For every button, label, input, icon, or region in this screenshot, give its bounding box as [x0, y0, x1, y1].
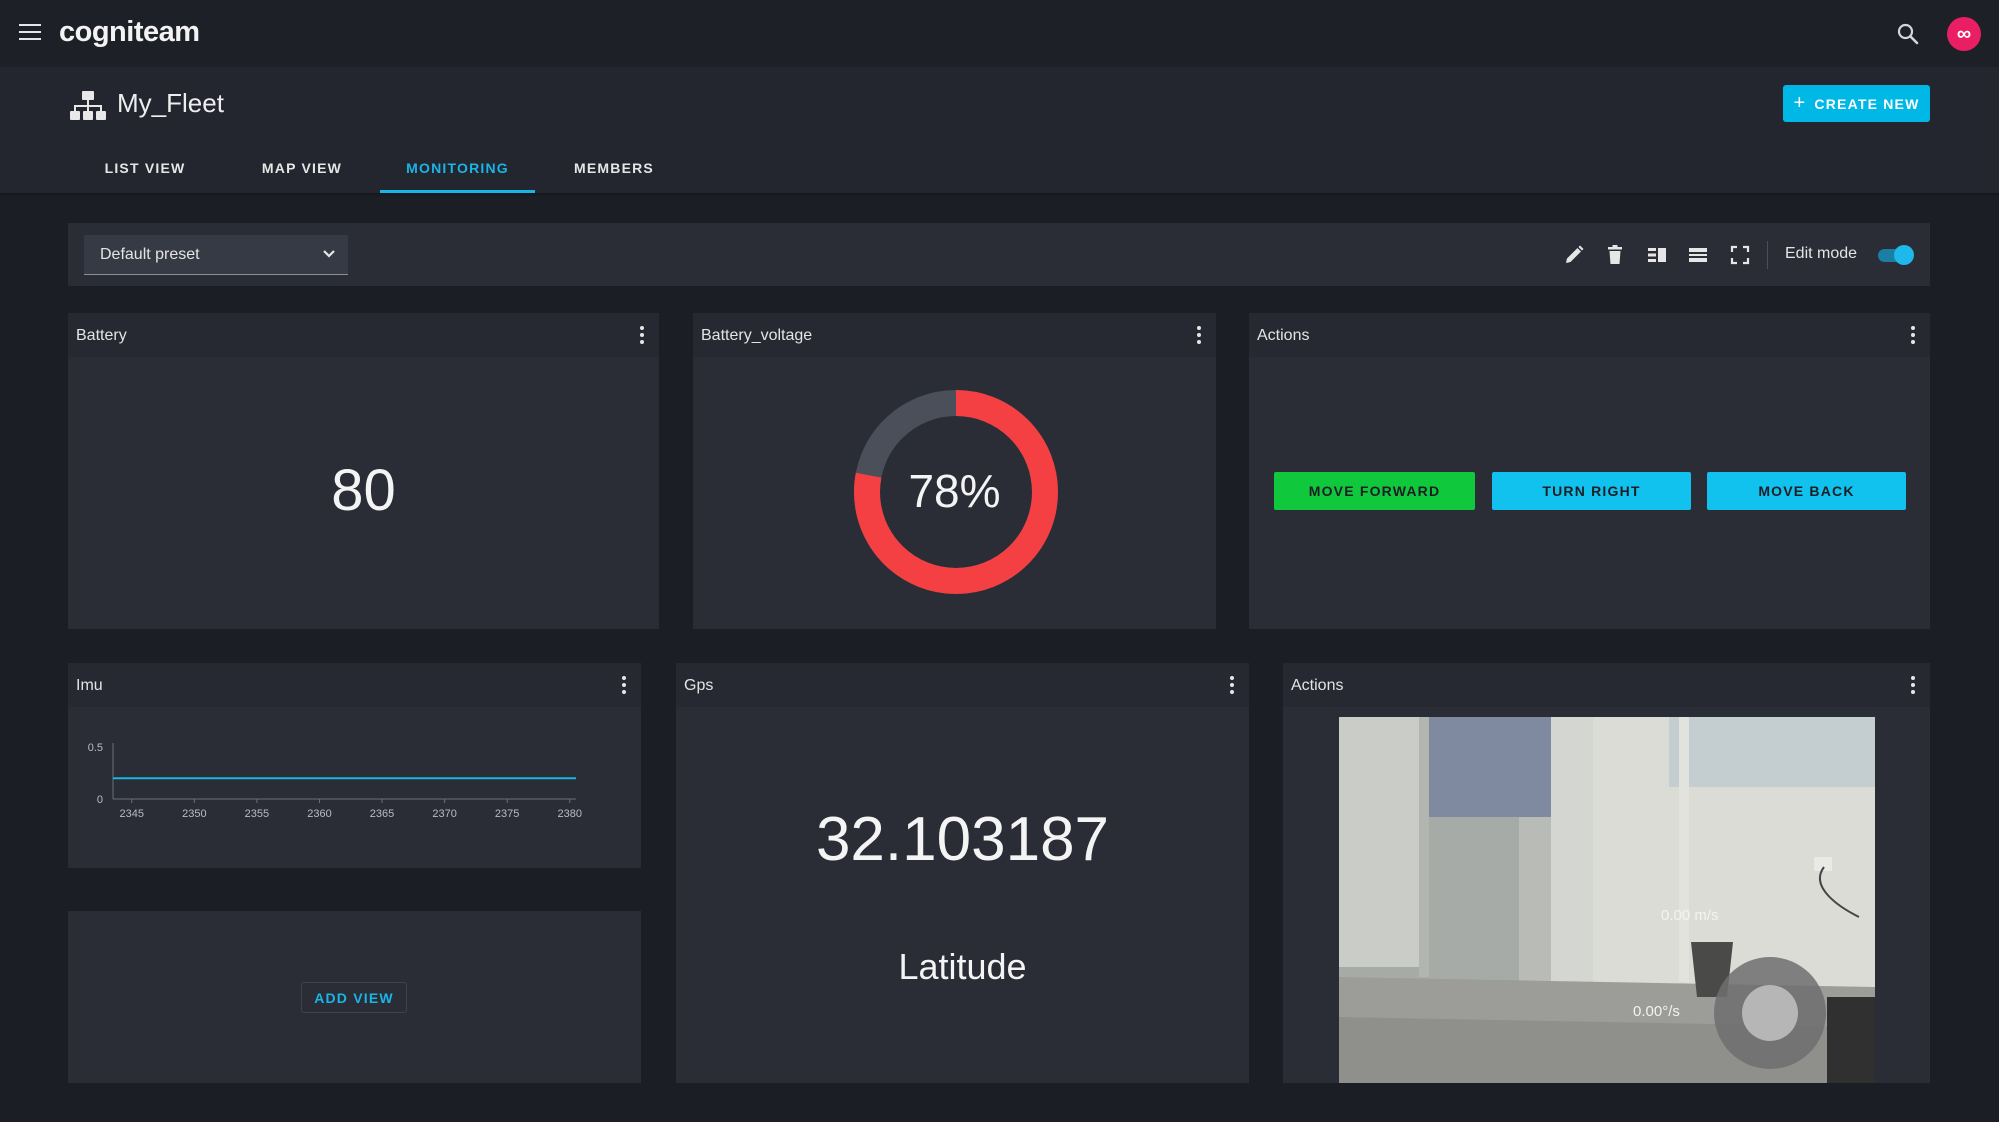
turn-right-button[interactable]: TURN RIGHT: [1492, 472, 1691, 510]
preset-value: Default preset: [100, 246, 200, 263]
pencil-icon[interactable]: [1563, 244, 1585, 266]
more-vert-icon[interactable]: [621, 676, 627, 696]
tab-map-view[interactable]: MAP VIEW: [254, 155, 350, 198]
widget-title: Battery: [76, 327, 127, 344]
x-tick-label: 2365: [370, 808, 394, 820]
imu-widget: Imu 0 0.5 2345 2350 2355 2360 2365 2370 2375 2380: [68, 663, 641, 868]
gps-widget: Gps 32.103187 Latitude: [676, 663, 1249, 1083]
more-vert-icon[interactable]: [1910, 326, 1916, 346]
gps-caption: Latitude: [898, 946, 1027, 987]
x-tick-label: 2345: [120, 808, 144, 820]
camera-feed: 0.00 m/s 0.00°/s: [1339, 717, 1875, 1083]
widget-title: Gps: [684, 677, 714, 694]
battery-widget: Battery 80: [68, 313, 659, 629]
y-tick-label: 0: [97, 794, 103, 806]
top-bar: [0, 0, 1999, 67]
header-divider: [0, 193, 1999, 197]
chevron-down-icon: [323, 250, 335, 258]
widget-header: Imu: [68, 663, 641, 707]
toggle-knob: [1894, 245, 1914, 265]
edit-mode-toggle[interactable]: [1878, 245, 1914, 265]
create-new-label: CREATE NEW: [1814, 95, 1920, 112]
gps-value: 32.103187: [815, 805, 1110, 874]
widget-header: Battery: [68, 313, 659, 357]
columns-icon[interactable]: [1646, 244, 1668, 266]
fullscreen-icon[interactable]: [1729, 244, 1751, 266]
linear-speed-readout: 0.00 m/s: [1661, 907, 1719, 924]
move-back-button[interactable]: MOVE BACK: [1707, 472, 1906, 510]
actions-widget: Actions: [1249, 313, 1930, 629]
battery-value: 80: [331, 458, 396, 523]
widget-header: Battery_voltage: [693, 313, 1216, 357]
edit-mode-label: Edit mode: [1785, 245, 1858, 262]
x-tick-label: 2380: [558, 808, 582, 820]
plus-icon: +: [1793, 92, 1807, 114]
tab-members[interactable]: MEMBERS: [566, 155, 662, 198]
fleet-hierarchy-icon: [70, 91, 106, 120]
joystick-base[interactable]: [1714, 957, 1826, 1069]
tab-monitoring[interactable]: MONITORING: [380, 155, 535, 193]
preset-select[interactable]: Default preset: [84, 235, 348, 275]
angular-speed-readout: 0.00°/s: [1633, 1003, 1680, 1020]
tab-list-view[interactable]: LIST VIEW: [96, 155, 194, 198]
widget-title: Actions: [1291, 677, 1344, 694]
imu-line-chart: 0 0.5 2345 2350 2355 2360 2365 2370 2375 2380: [88, 742, 582, 820]
page-title: My_Fleet: [117, 88, 224, 118]
create-new-button[interactable]: + CREATE NEW: [1783, 85, 1930, 122]
x-tick-label: 2370: [432, 808, 456, 820]
widget-header: Actions: [1249, 313, 1930, 357]
toolbar-divider: [1767, 241, 1768, 269]
more-vert-icon[interactable]: [639, 326, 645, 346]
battery-voltage-widget: Battery_voltage 78%: [693, 313, 1216, 629]
x-tick-label: 2360: [307, 808, 331, 820]
widget-header: Gps: [676, 663, 1249, 707]
more-vert-icon[interactable]: [1229, 676, 1235, 696]
battery-voltage-percent: 78%: [908, 465, 1001, 517]
app-logo: cogniteam: [59, 16, 200, 48]
widget-title: Imu: [76, 677, 103, 694]
trash-icon[interactable]: [1604, 244, 1626, 266]
rows-icon[interactable]: [1687, 244, 1709, 266]
add-view-button[interactable]: ADD VIEW: [301, 982, 407, 1013]
search-icon[interactable]: [1895, 21, 1921, 47]
x-tick-label: 2350: [182, 808, 206, 820]
move-forward-button[interactable]: MOVE FORWARD: [1274, 472, 1475, 510]
menu-icon[interactable]: [19, 24, 41, 42]
widget-title: Battery_voltage: [701, 327, 813, 344]
widget-title: Actions: [1257, 327, 1310, 344]
more-vert-icon[interactable]: [1196, 326, 1202, 346]
widget-header: Actions: [1283, 663, 1930, 707]
more-vert-icon[interactable]: [1910, 676, 1916, 696]
joystick-handle[interactable]: [1742, 985, 1798, 1041]
x-tick-label: 2355: [245, 808, 269, 820]
x-tick-label: 2375: [495, 808, 519, 820]
y-tick-label: 0.5: [88, 742, 103, 754]
avatar[interactable]: ∞: [1947, 17, 1981, 51]
